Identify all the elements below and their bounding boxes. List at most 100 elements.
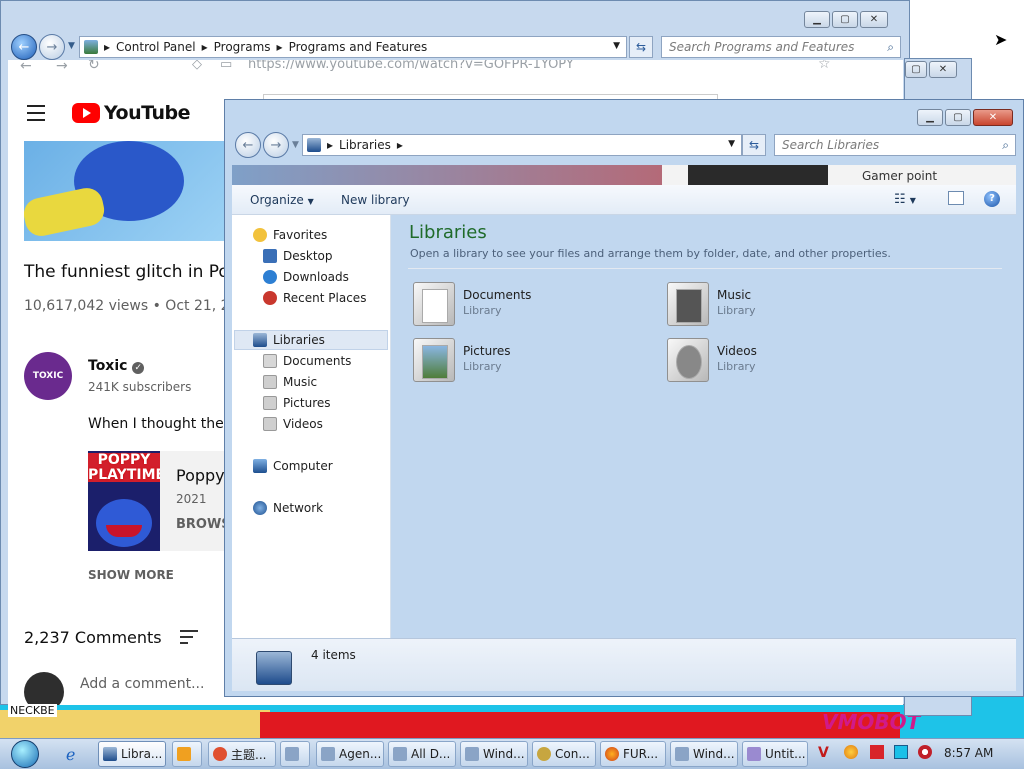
nav-item-computer[interactable]: Computer bbox=[253, 459, 333, 473]
taskbar-label: FUR... bbox=[623, 747, 659, 761]
breadcrumb-item[interactable]: Libraries bbox=[339, 138, 391, 152]
nav-item-documents[interactable]: Documents bbox=[263, 354, 351, 368]
tray-v-icon[interactable]: V bbox=[818, 745, 832, 761]
tray-monitor-icon[interactable] bbox=[894, 745, 908, 759]
libraries-address-bar[interactable]: ▸ Libraries ▸ ▼ bbox=[302, 134, 742, 156]
youtube-logo-text: YouTube bbox=[104, 102, 190, 124]
sort-icon[interactable] bbox=[180, 630, 198, 648]
breadcrumb-separator-icon: ▸ bbox=[327, 138, 334, 152]
internet-explorer-icon[interactable]: ℯ bbox=[66, 745, 75, 764]
taskbar-label: Libra... bbox=[121, 747, 163, 761]
pictures-icon bbox=[263, 396, 277, 410]
hamburger-menu-icon[interactable] bbox=[27, 105, 45, 126]
nav-item-recent-places[interactable]: Recent Places bbox=[263, 291, 366, 305]
nav-item-network[interactable]: Network bbox=[253, 501, 323, 515]
tracking-shield-icon[interactable]: ◇ bbox=[192, 60, 202, 72]
close-button[interactable]: ✕ bbox=[929, 61, 957, 78]
desktop-label-text: NECKBE bbox=[8, 704, 57, 717]
nav-label: Computer bbox=[273, 459, 333, 473]
close-button[interactable]: ✕ bbox=[860, 11, 888, 28]
youtube-logo[interactable]: YouTube bbox=[72, 102, 190, 124]
pictures-library-icon bbox=[413, 338, 455, 382]
nav-label: Recent Places bbox=[283, 291, 367, 305]
library-item-documents[interactable]: Documents Library bbox=[413, 282, 531, 326]
address-dropdown-icon[interactable]: ▼ bbox=[728, 139, 735, 149]
tray-flag-icon[interactable] bbox=[870, 745, 884, 759]
taskbar-button-firefox[interactable]: FUR... bbox=[600, 741, 666, 767]
start-button[interactable] bbox=[4, 739, 46, 769]
browser-forward-icon[interactable]: → bbox=[56, 60, 68, 74]
nav-label: Pictures bbox=[283, 396, 331, 410]
game-thumbnail[interactable]: POPPY PLAYTIME bbox=[88, 451, 160, 551]
help-icon[interactable]: ? bbox=[984, 191, 1000, 207]
nav-item-libraries[interactable]: Libraries bbox=[253, 333, 325, 347]
page-info-icon[interactable]: ▭ bbox=[220, 60, 232, 72]
url-text[interactable]: https://www.youtube.com/watch?v=GOFPR-1Y… bbox=[248, 60, 574, 72]
control-panel-address-bar[interactable]: ▸ Control Panel ▸ Programs ▸ Programs an… bbox=[79, 36, 627, 58]
nav-label: Music bbox=[283, 375, 318, 389]
minimize-button[interactable]: ▁ bbox=[804, 11, 830, 28]
search-icon[interactable]: ⌕ bbox=[887, 40, 894, 55]
close-button[interactable]: ✕ bbox=[973, 109, 1013, 126]
breadcrumb-item[interactable]: Control Panel bbox=[116, 40, 196, 54]
browser-reload-icon[interactable]: ↻ bbox=[88, 60, 100, 73]
channel-avatar[interactable]: TOXIC bbox=[24, 352, 72, 400]
breadcrumb-item[interactable]: Programs bbox=[214, 40, 271, 54]
nav-item-favorites[interactable]: Favorites bbox=[253, 228, 327, 242]
nav-item-music[interactable]: Music bbox=[263, 375, 317, 389]
taskbar-button-all-d[interactable]: All D... bbox=[388, 741, 456, 767]
forward-arrow-icon[interactable]: → bbox=[263, 132, 289, 158]
breadcrumb-item[interactable]: Programs and Features bbox=[289, 40, 428, 54]
organize-button[interactable]: Organize ▼ bbox=[250, 193, 314, 207]
taskbar-button-agent[interactable]: Agen... bbox=[316, 741, 384, 767]
recent-pages-dropdown-icon[interactable]: ▼ bbox=[68, 41, 75, 51]
nav-item-pictures[interactable]: Pictures bbox=[263, 396, 331, 410]
channel-name[interactable]: Toxic ✓ bbox=[88, 358, 145, 374]
minimize-button[interactable]: ▢ bbox=[905, 61, 927, 78]
taskbar-button-con[interactable]: Con... bbox=[532, 741, 596, 767]
taskbar-button-media[interactable] bbox=[172, 741, 202, 767]
recent-pages-dropdown-icon[interactable]: ▼ bbox=[292, 140, 299, 150]
refresh-icon[interactable]: ⇆ bbox=[629, 36, 653, 58]
forward-arrow-icon[interactable]: → bbox=[39, 34, 65, 60]
browse-games-link[interactable]: BROWS bbox=[176, 517, 231, 532]
back-arrow-icon[interactable]: ← bbox=[11, 34, 37, 60]
libraries-search-input[interactable]: Search Libraries ⌕ bbox=[774, 134, 1016, 156]
control-panel-search-input[interactable]: Search Programs and Features ⌕ bbox=[661, 36, 901, 58]
minimize-button[interactable]: ▁ bbox=[917, 109, 943, 126]
refresh-icon[interactable]: ⇆ bbox=[742, 134, 766, 156]
taskbar-clock[interactable]: 8:57 AM bbox=[944, 746, 993, 760]
video-player[interactable]: N bbox=[24, 141, 234, 241]
maximize-button[interactable]: ▢ bbox=[945, 109, 971, 126]
address-dropdown-icon[interactable]: ▼ bbox=[613, 41, 620, 51]
tray-search-icon[interactable] bbox=[844, 745, 858, 759]
back-arrow-icon[interactable]: ← bbox=[235, 132, 261, 158]
taskbar-button-theme[interactable]: 主题... bbox=[208, 741, 276, 767]
new-library-button[interactable]: New library bbox=[341, 193, 410, 207]
view-options-icon[interactable]: ☷ ▼ bbox=[894, 192, 916, 207]
library-item-music[interactable]: Music Library bbox=[667, 282, 755, 326]
tray-record-icon[interactable] bbox=[918, 745, 932, 759]
nav-label: Libraries bbox=[273, 333, 325, 347]
taskbar: ℯ Libra... 主题... Agen... All D... Wind..… bbox=[0, 738, 1024, 769]
nav-item-desktop[interactable]: Desktop bbox=[263, 249, 333, 263]
browser-url-bar[interactable]: ← → ↻ ◇ ▭ https://www.youtube.com/watch?… bbox=[8, 60, 903, 82]
search-icon[interactable]: ⌕ bbox=[1002, 138, 1009, 153]
nav-item-downloads[interactable]: Downloads bbox=[263, 270, 349, 284]
taskbar-button-wind-1[interactable]: Wind... bbox=[460, 741, 528, 767]
taskbar-button-wind-2[interactable]: Wind... bbox=[670, 741, 738, 767]
browser-back-icon[interactable]: ← bbox=[20, 60, 32, 74]
taskbar-button-libraries[interactable]: Libra... bbox=[98, 741, 166, 767]
taskbar-button-window[interactable] bbox=[280, 741, 310, 767]
add-comment-input[interactable]: Add a comment... bbox=[80, 676, 204, 692]
breadcrumb-separator-icon: ▸ bbox=[201, 40, 208, 54]
nav-item-videos[interactable]: Videos bbox=[263, 417, 323, 431]
show-more-button[interactable]: SHOW MORE bbox=[88, 568, 174, 582]
library-item-pictures[interactable]: Pictures Library bbox=[413, 338, 511, 382]
library-item-videos[interactable]: Videos Library bbox=[667, 338, 757, 382]
nav-label: Network bbox=[273, 501, 324, 515]
taskbar-button-untitled[interactable]: Untit... bbox=[742, 741, 808, 767]
bookmark-star-icon[interactable]: ☆ bbox=[818, 60, 831, 72]
preview-pane-icon[interactable] bbox=[948, 191, 964, 205]
maximize-button[interactable]: ▢ bbox=[832, 11, 858, 28]
